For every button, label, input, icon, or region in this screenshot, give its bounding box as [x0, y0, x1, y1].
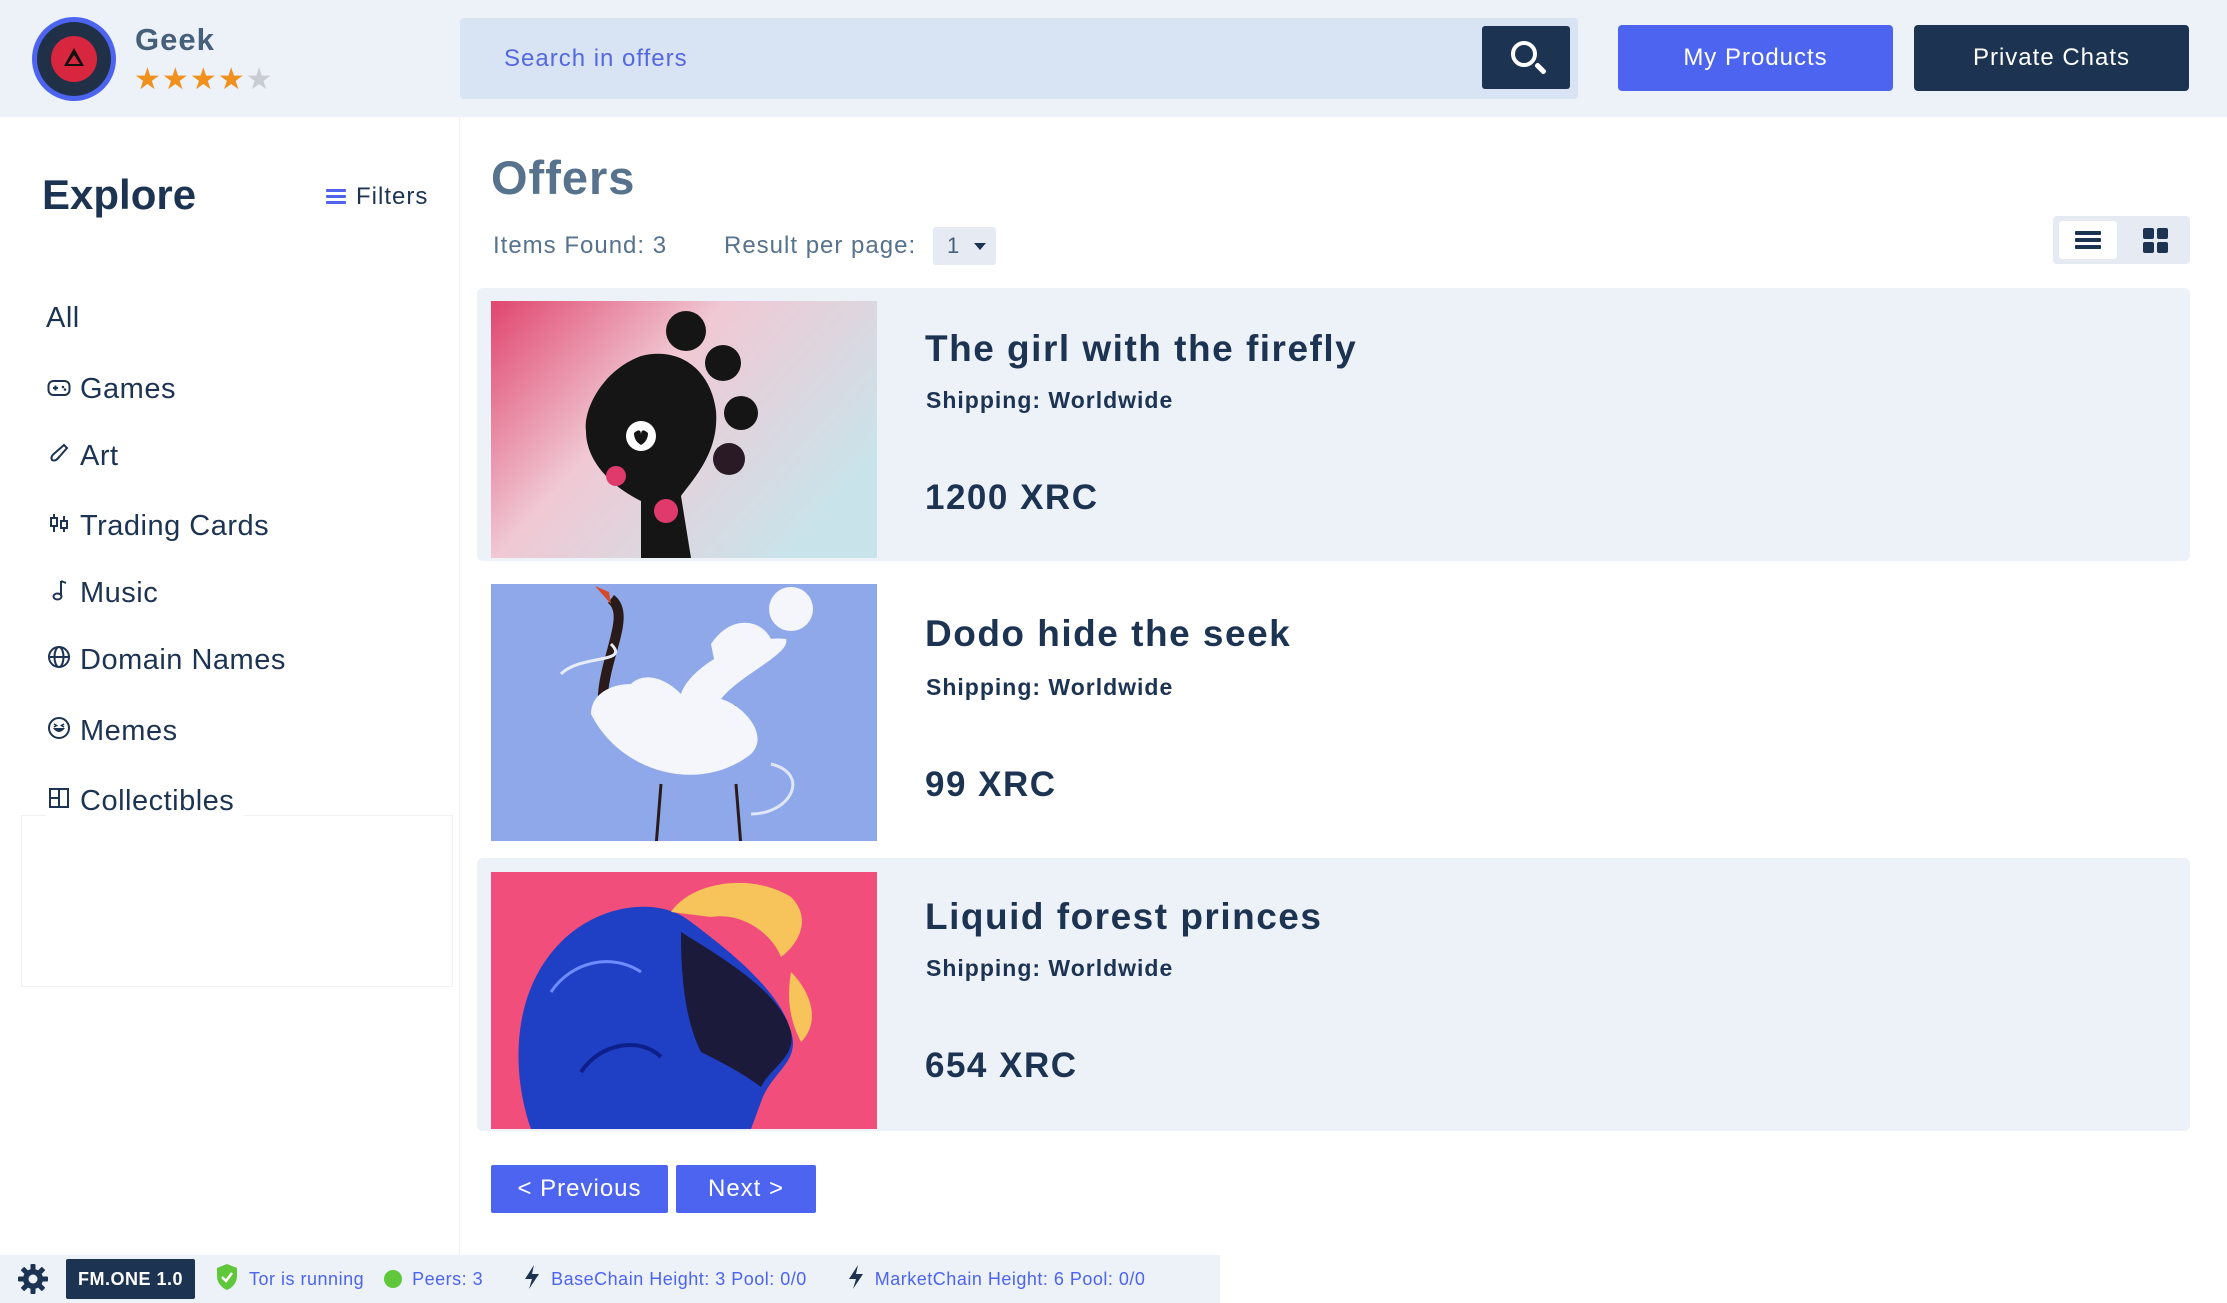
status-bar: FM.ONE 1.0 Tor is running Peers: 3 BaseC…	[0, 1255, 1220, 1303]
search-button[interactable]	[1482, 26, 1570, 89]
sidebar-item-label: Memes	[80, 715, 178, 747]
peers-status: Peers: 3	[384, 1269, 483, 1290]
globe-icon	[46, 645, 72, 676]
page-title: Offers	[491, 151, 636, 204]
star-icon: ★	[161, 63, 190, 96]
offer-card[interactable]: Dodo hide the seek Shipping: Worldwide 9…	[477, 578, 2190, 851]
list-view-button[interactable]	[2059, 221, 2117, 259]
filters-button[interactable]: Filters	[326, 183, 428, 211]
view-toggle	[2053, 216, 2190, 264]
sidebar-item-label: Trading Cards	[80, 510, 270, 542]
sidebar-item-domain-names[interactable]: Domain Names	[46, 644, 286, 677]
sidebar-item-label: All	[46, 302, 80, 334]
basechain-label: BaseChain Height: 3 Pool: 0/0	[551, 1268, 807, 1289]
result-per-page-value: 1	[947, 233, 960, 258]
result-per-page-label: Result per page:	[724, 232, 917, 259]
peers-label: Peers: 3	[412, 1268, 484, 1289]
sidebar-item-memes[interactable]: Memes	[46, 715, 178, 748]
star-icon: ★	[134, 63, 162, 96]
offer-card[interactable]: The girl with the firefly Shipping: Worl…	[477, 288, 2190, 561]
offer-shipping: Shipping: Worldwide	[926, 955, 1174, 981]
private-chats-button[interactable]: Private Chats	[1914, 25, 2189, 91]
marketchain-status: MarketChain Height: 6 Pool: 0/0	[847, 1264, 1146, 1295]
avatar-image	[37, 22, 111, 96]
status-dot-icon	[384, 1270, 403, 1288]
sidebar-item-games[interactable]: Games	[46, 373, 176, 406]
sidebar-item-label: Domain Names	[80, 644, 286, 676]
sidebar-item-trading-cards[interactable]: Trading Cards	[46, 510, 269, 543]
username: Geek	[135, 22, 215, 57]
offer-price: 99 XRC	[925, 765, 1057, 804]
previous-page-button[interactable]: < Previous	[491, 1165, 668, 1213]
offer-title[interactable]: Liquid forest princes	[925, 896, 1322, 938]
my-products-button[interactable]: My Products	[1618, 25, 1893, 91]
gamepad-icon	[46, 376, 72, 404]
sidebar-item-collectibles[interactable]: Collectibles	[46, 785, 245, 818]
sidebar-item-art[interactable]: Art	[46, 440, 119, 473]
offer-price: 1200 XRC	[925, 478, 1099, 517]
sidebar-item-label: Music	[80, 577, 159, 609]
version-badge: FM.ONE 1.0	[66, 1259, 196, 1299]
sidebar-item-all[interactable]: All	[46, 302, 80, 335]
offer-title[interactable]: The girl with the firefly	[925, 328, 1357, 370]
avatar[interactable]	[32, 17, 116, 101]
lightning-icon	[523, 1264, 541, 1295]
filter-lines-icon	[326, 188, 346, 206]
offer-card[interactable]: Liquid forest princes Shipping: Worldwid…	[477, 858, 2190, 1131]
offer-shipping: Shipping: Worldwide	[926, 674, 1174, 700]
search-bar	[460, 18, 1578, 99]
offer-image[interactable]	[491, 872, 877, 1129]
grid-box-icon	[46, 787, 72, 816]
sidebar-item-music[interactable]: Music	[46, 577, 158, 610]
marketchain-label: MarketChain Height: 6 Pool: 0/0	[874, 1268, 1146, 1289]
basechain-status: BaseChain Height: 3 Pool: 0/0	[523, 1264, 807, 1295]
offer-image[interactable]	[491, 584, 877, 841]
offer-image[interactable]	[491, 301, 877, 558]
filters-label: Filters	[356, 183, 429, 210]
items-found: Items Found: 3	[493, 232, 668, 259]
star-empty-icon: ★	[245, 63, 274, 96]
sidebar-item-label: Collectibles	[80, 785, 235, 817]
tor-status: Tor is running	[215, 1263, 364, 1296]
sidebar-item-label: Games	[80, 373, 176, 405]
sidebar: Explore Filters All Games Art Trading Ca…	[0, 117, 460, 1257]
list-icon	[2059, 221, 2117, 259]
next-page-button[interactable]: Next >	[676, 1165, 816, 1213]
candlestick-icon	[46, 512, 72, 541]
grid-icon	[2127, 221, 2185, 259]
laugh-icon	[46, 716, 72, 747]
caret-down-icon	[974, 243, 986, 250]
top-header: Geek ★★★★★ My Products Private Chats	[0, 0, 2227, 117]
rating-stars: ★★★★★	[134, 62, 274, 97]
result-per-page-select[interactable]: 1	[933, 227, 996, 265]
offer-title[interactable]: Dodo hide the seek	[925, 613, 1291, 655]
sidebar-item-label: Art	[80, 440, 119, 472]
gear-icon[interactable]	[17, 1263, 49, 1295]
grid-view-button[interactable]	[2127, 221, 2185, 259]
tor-status-label: Tor is running	[249, 1268, 365, 1289]
offer-shipping: Shipping: Worldwide	[926, 387, 1174, 413]
search-input[interactable]	[460, 18, 1480, 99]
offer-price: 654 XRC	[925, 1046, 1078, 1085]
brush-icon	[46, 442, 72, 471]
star-icon: ★	[189, 63, 218, 96]
sidebar-title: Explore	[42, 171, 197, 218]
shield-check-icon	[215, 1263, 239, 1296]
lightning-icon	[847, 1264, 865, 1295]
music-note-icon	[46, 578, 72, 609]
sidebar-panel	[21, 815, 453, 987]
star-icon: ★	[217, 63, 246, 96]
